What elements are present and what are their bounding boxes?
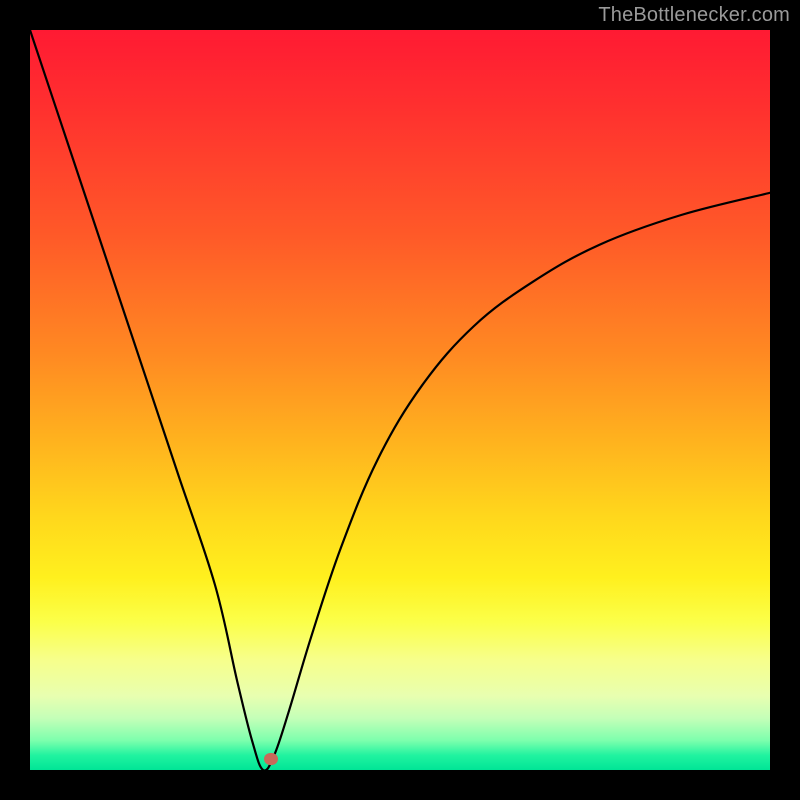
optimum-marker — [264, 753, 278, 765]
plot-area — [30, 30, 770, 770]
attribution-label: TheBottlenecker.com — [598, 4, 790, 27]
bottleneck-curve-path — [30, 30, 770, 770]
curve-svg — [30, 30, 770, 770]
chart-container: TheBottlenecker.com — [0, 0, 800, 800]
